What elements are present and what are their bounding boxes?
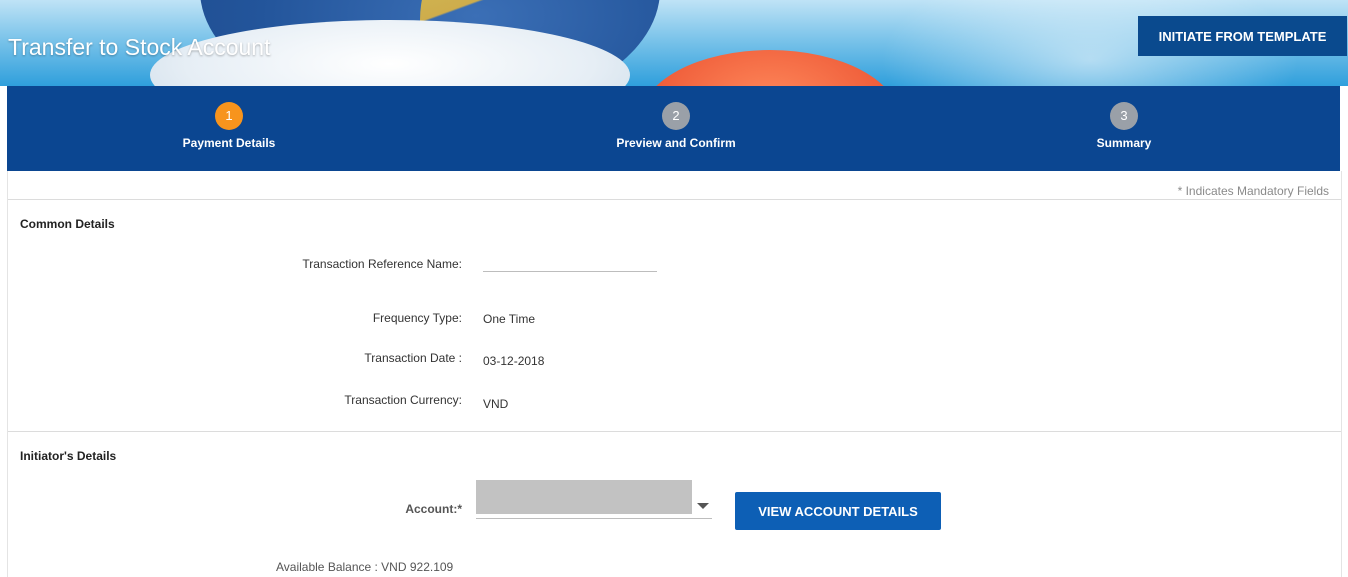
frequency-type-label: Frequency Type: bbox=[372, 311, 462, 325]
header-banner: Transfer to Stock Account INITIATE FROM … bbox=[0, 0, 1348, 86]
transaction-currency-label: Transaction Currency: bbox=[344, 393, 462, 407]
available-balance: Available Balance : VND 922.109 bbox=[276, 560, 454, 574]
step-label: Summary bbox=[1096, 136, 1152, 150]
step-preview-and-confirm: 2 Preview and Confirm bbox=[526, 86, 826, 171]
account-select[interactable] bbox=[476, 480, 712, 519]
page-title: Transfer to Stock Account bbox=[8, 34, 271, 60]
divider bbox=[8, 199, 1341, 200]
step-number: 3 bbox=[1110, 102, 1138, 130]
divider bbox=[8, 431, 1341, 432]
step-summary: 3 Summary bbox=[974, 86, 1274, 171]
reference-name-label: Transaction Reference Name: bbox=[302, 257, 462, 271]
step-label: Preview and Confirm bbox=[616, 136, 736, 150]
chevron-down-icon[interactable] bbox=[697, 503, 709, 509]
step-number: 2 bbox=[662, 102, 690, 130]
payment-form: * Indicates Mandatory Fields Common Deta… bbox=[7, 171, 1342, 577]
step-payment-details: 1 Payment Details bbox=[79, 86, 379, 171]
frequency-type-value: One Time bbox=[483, 312, 536, 326]
account-label: Account:* bbox=[405, 502, 462, 516]
initiate-from-template-button[interactable]: INITIATE FROM TEMPLATE bbox=[1138, 16, 1347, 56]
transaction-date-value: 03-12-2018 bbox=[483, 354, 545, 368]
select-underline bbox=[476, 518, 712, 519]
reference-name-input[interactable] bbox=[483, 255, 657, 272]
common-details-title: Common Details bbox=[20, 217, 115, 231]
step-number: 1 bbox=[215, 102, 243, 130]
transaction-date-label: Transaction Date : bbox=[364, 351, 462, 365]
initiators-details-title: Initiator's Details bbox=[20, 449, 117, 463]
step-label: Payment Details bbox=[182, 136, 276, 150]
progress-stepper: 1 Payment Details 2 Preview and Confirm … bbox=[7, 86, 1340, 171]
red-balloon-image bbox=[640, 50, 900, 86]
mandatory-fields-note: * Indicates Mandatory Fields bbox=[1177, 184, 1329, 198]
view-account-details-button[interactable]: VIEW ACCOUNT DETAILS bbox=[735, 492, 941, 530]
transaction-currency-value: VND bbox=[483, 397, 509, 411]
account-value-redacted bbox=[476, 480, 692, 514]
